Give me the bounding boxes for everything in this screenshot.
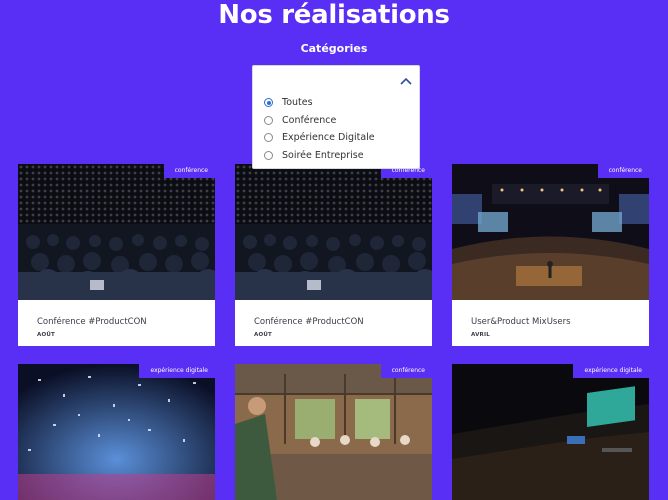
category-option-label: Soirée Entreprise (282, 149, 364, 161)
card-month: AOÛT (37, 332, 55, 338)
category-option-label: Expérience Digitale (282, 132, 375, 144)
project-card[interactable]: conférence Conférence #ProductCON AOÛT (18, 164, 215, 346)
card-month: AVRIL (471, 332, 490, 338)
category-option-toutes[interactable]: Toutes (264, 94, 375, 112)
category-tag: conférence (597, 164, 649, 178)
card-title: Conférence #ProductCON (254, 317, 364, 327)
conference-audience-photo (235, 164, 432, 300)
category-option-conference[interactable]: Conférence (264, 112, 375, 130)
radio-conference[interactable] (264, 115, 273, 125)
category-option-label: Toutes (282, 97, 313, 109)
card-month: AOÛT (254, 332, 272, 338)
radio-toutes[interactable] (264, 98, 273, 108)
networking-event-photo (235, 364, 432, 500)
conference-audience-photo (18, 164, 215, 300)
confetti-concert-photo (18, 364, 215, 500)
category-tag: conférence (380, 364, 432, 378)
project-card[interactable]: conférence User&Product MixUsers AVRIL (452, 164, 649, 346)
category-option-label: Conférence (282, 114, 337, 126)
categories-label: Catégories (300, 42, 368, 55)
auditorium-photo (452, 164, 649, 300)
project-card[interactable]: expérience digitale (18, 364, 215, 500)
category-option-experience-digitale[interactable]: Expérience Digitale (264, 129, 375, 147)
category-tag: expérience digitale (139, 364, 215, 378)
radio-experience-digitale[interactable] (264, 133, 273, 143)
category-option-soiree-entreprise[interactable]: Soirée Entreprise (264, 147, 375, 165)
project-card[interactable]: conférence (235, 364, 432, 500)
project-card[interactable]: expérience digitale (452, 364, 649, 500)
chevron-up-icon[interactable] (399, 76, 413, 86)
category-dropdown[interactable]: Toutes Conférence Expérience Digitale So… (252, 65, 420, 169)
card-title: Conférence #ProductCON (37, 317, 147, 327)
radio-soiree-entreprise[interactable] (264, 150, 273, 160)
category-tag: expérience digitale (573, 364, 649, 378)
project-card[interactable]: conférence Conférence #ProductCON AOÛT (235, 164, 432, 346)
card-title: User&Product MixUsers (471, 317, 571, 327)
page-title: Nos réalisations (218, 0, 450, 30)
stage-screen-photo (452, 364, 649, 500)
category-tag: conférence (163, 164, 215, 178)
